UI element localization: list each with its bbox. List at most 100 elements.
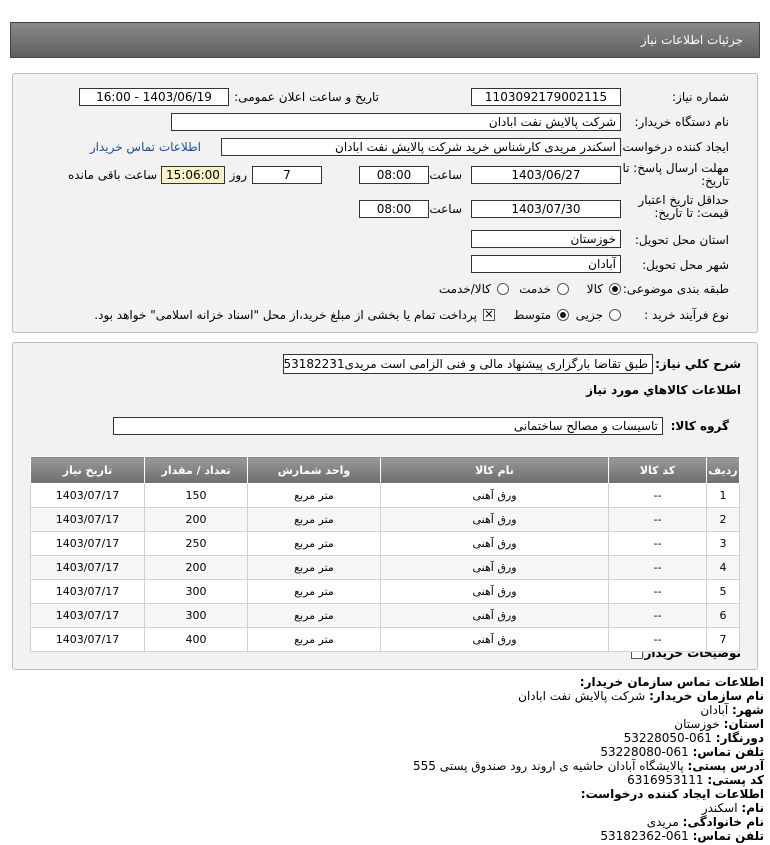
- need-number-field[interactable]: 1103092179002115: [471, 88, 621, 106]
- buyer-org-field[interactable]: شرکت پالایش نفت ابادان: [171, 113, 621, 131]
- need-number-label: شماره نیاز:: [672, 90, 729, 104]
- row-cell: 1403/07/17: [30, 603, 145, 628]
- row-cell: 1403/07/17: [30, 555, 145, 580]
- contact-address: آدرس پستی: پالایشگاه آبادان حاشیه ی ارون…: [413, 759, 764, 773]
- row-cell: --: [608, 531, 707, 556]
- goods-info-title: اطلاعات کالاهاي مورد نياز: [586, 383, 741, 397]
- category-both-radio[interactable]: [497, 283, 509, 295]
- creator-field[interactable]: اسکندر مریدی کارشناس خرید شرکت پالایش نف…: [221, 138, 621, 156]
- row-cell: 1403/07/17: [30, 531, 145, 556]
- category-service-label: خدمت: [519, 282, 551, 296]
- row-cell: متر مربع: [247, 555, 381, 580]
- row-cell: --: [608, 579, 707, 604]
- goods-group-label: گروه کالا:: [670, 419, 729, 433]
- row-cell: 1403/07/17: [30, 483, 145, 508]
- row-cell: 200: [144, 507, 248, 532]
- city-label: شهر محل تحویل:: [642, 258, 729, 272]
- category-goods-radio[interactable]: [609, 283, 621, 295]
- table-row: 5 -- ورق آهنی متر مربع 300 1403/07/17: [30, 579, 740, 604]
- process-medium-radio[interactable]: [557, 309, 569, 321]
- row-cell: 400: [144, 627, 248, 652]
- contact-postal: کد پستی: 6316953111: [627, 773, 764, 787]
- contact-org: نام سازمان خریدار: شرکت پالایش نفت ابادا…: [518, 689, 764, 703]
- row-cell: --: [608, 483, 707, 508]
- row-cell: 6: [706, 603, 740, 628]
- table-row: 7 -- ورق آهنی متر مربع 400 1403/07/17: [30, 627, 740, 652]
- row-cell: ورق آهنی: [380, 579, 609, 604]
- row-cell: متر مربع: [247, 531, 381, 556]
- need-info-panel: شماره نیاز: 1103092179002115 تاریخ و ساع…: [12, 73, 758, 333]
- row-cell: ورق آهنی: [380, 531, 609, 556]
- goods-group-field[interactable]: تاسیسات و مصالح ساختمانی: [113, 417, 663, 435]
- col-code: کد کالا: [608, 456, 707, 484]
- process-label: نوع فرآیند خرید :: [644, 308, 729, 322]
- col-date: تاریخ نیاز: [30, 456, 145, 484]
- table-row: 4 -- ورق آهنی متر مربع 200 1403/07/17: [30, 555, 740, 580]
- deadline-date-field[interactable]: 1403/06/27: [471, 166, 621, 184]
- buyer-contact-link[interactable]: اطلاعات تماس خریدار: [90, 140, 201, 154]
- treasury-payment-note: پرداخت تمام یا بخشی از مبلغ خرید،از محل …: [94, 308, 477, 322]
- row-cell: --: [608, 627, 707, 652]
- process-minor-label: جزیی: [575, 308, 603, 322]
- description-label: شرح کلي نياز:: [655, 357, 741, 371]
- contact-city: شهر: آبادان: [700, 703, 764, 717]
- row-cell: --: [608, 507, 707, 532]
- header-bar: جزئیات اطلاعات نیاز: [10, 22, 760, 58]
- row-cell: 1403/07/17: [30, 579, 145, 604]
- category-both-label: کالا/خدمت: [438, 282, 491, 296]
- row-cell: ورق آهنی: [380, 507, 609, 532]
- contact-title: اطلاعات تماس سازمان خریدار:: [579, 675, 764, 689]
- province-field[interactable]: خوزستان: [471, 230, 621, 248]
- process-minor-radio[interactable]: [609, 309, 621, 321]
- col-name: نام کالا: [380, 456, 609, 484]
- col-qty: تعداد / مقدار: [144, 456, 248, 484]
- row-cell: متر مربع: [247, 579, 381, 604]
- buyer-org-label: نام دستگاه خریدار:: [634, 115, 730, 129]
- row-cell: ورق آهنی: [380, 603, 609, 628]
- validity-time-label: ساعت: [429, 202, 462, 216]
- announce-field[interactable]: 1403/06/19 - 16:00: [79, 88, 229, 106]
- row-cell: 150: [144, 483, 248, 508]
- row-cell: 1403/07/17: [30, 627, 145, 652]
- process-medium-label: متوسط: [513, 308, 551, 322]
- row-cell: ورق آهنی: [380, 627, 609, 652]
- category-service-radio[interactable]: [557, 283, 569, 295]
- validity-date-field[interactable]: 1403/07/30: [471, 200, 621, 218]
- city-field[interactable]: آبادان: [471, 255, 621, 273]
- deadline-time-label: ساعت: [429, 168, 462, 182]
- row-cell: 200: [144, 555, 248, 580]
- contact-province: استان: خوزستان: [674, 717, 764, 731]
- col-unit: واحد شمارش: [247, 456, 381, 484]
- contact-phone: تلفن تماس: 061-53228080: [600, 745, 764, 759]
- table-row: 3 -- ورق آهنی متر مربع 250 1403/07/17: [30, 531, 740, 556]
- deadline-time-field[interactable]: 08:00: [359, 166, 429, 184]
- row-cell: --: [608, 603, 707, 628]
- remaining-label: ساعت باقی مانده: [67, 168, 157, 182]
- row-cell: 300: [144, 579, 248, 604]
- row-cell: متر مربع: [247, 483, 381, 508]
- table-row: 1 -- ورق آهنی متر مربع 150 1403/07/17: [30, 483, 740, 508]
- col-row: ردیف: [706, 456, 740, 484]
- province-label: استان محل تحویل:: [634, 233, 729, 247]
- remaining-time-field: 15:06:00: [161, 166, 225, 184]
- days-field[interactable]: 7: [252, 166, 322, 184]
- page-title: جزئیات اطلاعات نیاز: [640, 33, 743, 47]
- row-cell: 3: [706, 531, 740, 556]
- creator-name: نام: اسکندر: [701, 801, 764, 815]
- row-cell: 5: [706, 579, 740, 604]
- row-cell: متر مربع: [247, 627, 381, 652]
- description-field[interactable]: طبق تقاضا بارگزاری پیشنهاد مالی و فنی ال…: [283, 354, 653, 374]
- row-cell: 1403/07/17: [30, 507, 145, 532]
- category-label: طبقه بندی موضوعی:: [622, 282, 729, 296]
- table-row: 6 -- ورق آهنی متر مربع 300 1403/07/17: [30, 603, 740, 628]
- table-row: 2 -- ورق آهنی متر مربع 200 1403/07/17: [30, 507, 740, 532]
- validity-label: حداقل تاریخ اعتبار قیمت: تا تاریخ:: [638, 193, 729, 220]
- treasury-payment-checkbox[interactable]: ✕: [483, 309, 495, 321]
- row-cell: ورق آهنی: [380, 555, 609, 580]
- row-cell: 4: [706, 555, 740, 580]
- creator-info-title: اطلاعات ایجاد کننده درخواست:: [580, 787, 764, 801]
- row-cell: 1: [706, 483, 740, 508]
- creator-family: نام خانوادگی: مریدی: [646, 815, 764, 829]
- validity-time-field[interactable]: 08:00: [359, 200, 429, 218]
- row-cell: 7: [706, 627, 740, 652]
